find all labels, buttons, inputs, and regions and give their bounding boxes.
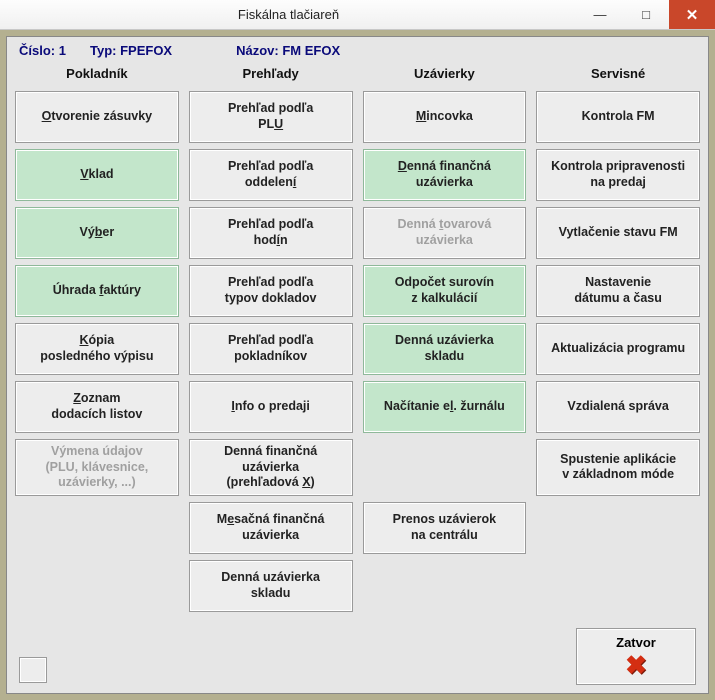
small-box[interactable]	[19, 657, 47, 683]
window-buttons: — □ ✕	[577, 0, 715, 29]
column-header: Servisné	[536, 64, 700, 85]
action-button[interactable]: Vytlačenie stavu FM	[536, 207, 700, 259]
action-button[interactable]: Vklad	[15, 149, 179, 201]
action-button[interactable]: Denná uzávierka skladu	[363, 323, 527, 375]
close-bar: Zatvor ✖	[576, 628, 696, 685]
column-header: Pokladník	[15, 64, 179, 85]
info-nazov: Názov: FM EFOX	[236, 43, 340, 58]
action-button: Výmena údajov (PLU, klávesnice, uzávierk…	[15, 439, 179, 496]
action-button[interactable]: Zoznam dodacích listov	[15, 381, 179, 433]
close-button[interactable]: Zatvor ✖	[576, 628, 696, 685]
info-typ: Typ: FPEFOX	[90, 43, 172, 58]
action-button[interactable]: Načítanie el. žurnálu	[363, 381, 527, 433]
action-button[interactable]: Kontrola FM	[536, 91, 700, 143]
action-button: Denná tovarová uzávierka	[363, 207, 527, 259]
maximize-button[interactable]: □	[623, 0, 669, 29]
info-row: Číslo: 1 Typ: FPEFOX Názov: FM EFOX	[15, 41, 700, 64]
window-close-button[interactable]: ✕	[669, 0, 715, 29]
action-button[interactable]: Info o predaji	[189, 381, 353, 433]
action-button[interactable]: Odpočet surovín z kalkulácií	[363, 265, 527, 317]
action-button[interactable]: Prehľad podľa hodín	[189, 207, 353, 259]
action-button[interactable]: Nastavenie dátumu a času	[536, 265, 700, 317]
action-button[interactable]: Spustenie aplikácie v základnom móde	[536, 439, 700, 496]
column-header: Prehľady	[189, 64, 353, 85]
action-button[interactable]: Kópia posledného výpisu	[15, 323, 179, 375]
action-button[interactable]: Prehľad podľa oddelení	[189, 149, 353, 201]
action-button[interactable]: Prenos uzávierok na centrálu	[363, 502, 527, 554]
action-button[interactable]: Prehľad podľa pokladníkov	[189, 323, 353, 375]
close-button-label: Zatvor	[616, 635, 656, 650]
action-button[interactable]: Otvorenie zásuvky	[15, 91, 179, 143]
action-button[interactable]: Denná finančná uzávierka	[363, 149, 527, 201]
action-button[interactable]: Kontrola pripravenosti na predaj	[536, 149, 700, 201]
content: Číslo: 1 Typ: FPEFOX Názov: FM EFOX Pokl…	[0, 30, 715, 700]
action-button[interactable]: Denná finančná uzávierka (prehľadová X)	[189, 439, 353, 496]
action-button[interactable]: Prehľad podľa PLU	[189, 91, 353, 143]
action-button[interactable]: Aktualizácia programu	[536, 323, 700, 375]
titlebar: Fiskálna tlačiareň — □ ✕	[0, 0, 715, 30]
window-title: Fiskálna tlačiareň	[0, 0, 577, 29]
action-button[interactable]: Vzdialená správa	[536, 381, 700, 433]
action-button[interactable]: Úhrada faktúry	[15, 265, 179, 317]
main-panel: Číslo: 1 Typ: FPEFOX Názov: FM EFOX Pokl…	[6, 36, 709, 694]
column-header: Uzávierky	[363, 64, 527, 85]
action-button[interactable]: Mesačná finančná uzávierka	[189, 502, 353, 554]
window: Fiskálna tlačiareň — □ ✕ Číslo: 1 Typ: F…	[0, 0, 715, 700]
action-button[interactable]: Denná uzávierka skladu	[189, 560, 353, 612]
minimize-button[interactable]: —	[577, 0, 623, 29]
action-button[interactable]: Prehľad podľa typov dokladov	[189, 265, 353, 317]
button-grid: Pokladník Prehľady Uzávierky Servisné Otvore…	[15, 64, 700, 612]
info-cislo: Číslo: 1	[19, 43, 66, 58]
action-button[interactable]: Mincovka	[363, 91, 527, 143]
action-button[interactable]: Výber	[15, 207, 179, 259]
close-icon: ✖	[581, 652, 691, 678]
